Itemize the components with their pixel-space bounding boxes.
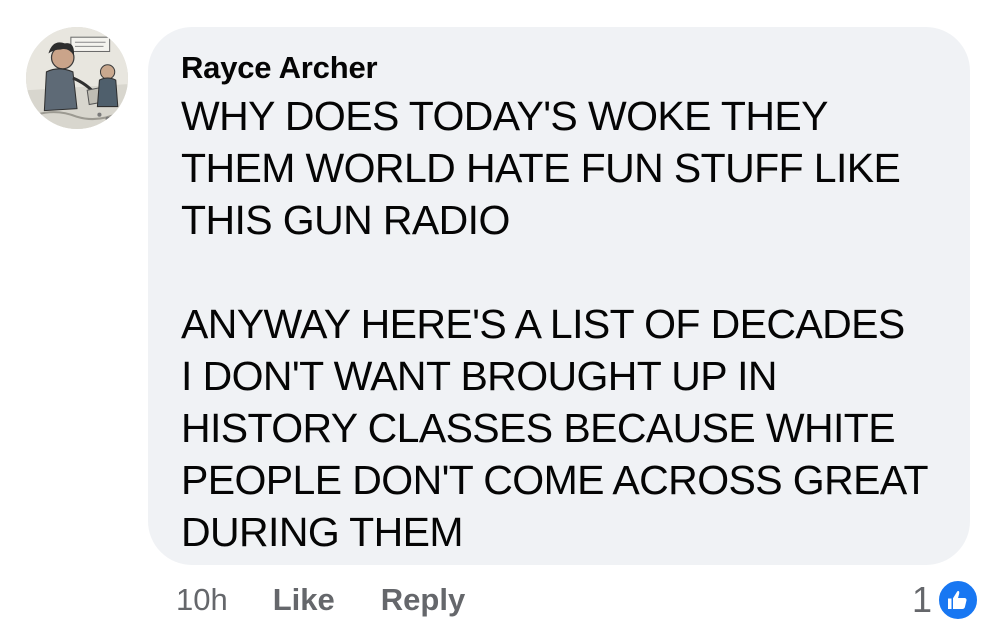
reaction-count: 1: [911, 579, 932, 620]
comment-line: THEM WORLD HATE FUN STUFF LIKE: [181, 145, 901, 191]
reply-button[interactable]: Reply: [381, 582, 465, 618]
comment-line: WHY DOES TODAY'S WOKE THEY: [181, 93, 828, 139]
avatar-image: [26, 27, 128, 129]
paragraph-break: [181, 246, 936, 298]
avatar[interactable]: [26, 27, 128, 129]
comment-bubble: Rayce Archer WHY DOES TODAY'S WOKE THEY …: [148, 27, 970, 565]
comment-timestamp[interactable]: 10h: [176, 582, 228, 618]
comment-line: THIS GUN RADIO: [181, 197, 510, 243]
like-button[interactable]: Like: [273, 582, 335, 618]
comment-text: WHY DOES TODAY'S WOKE THEY THEM WORLD HA…: [181, 90, 936, 558]
comment-actions: 10h Like Reply: [176, 578, 465, 622]
comment-line: ANYWAY HERE'S A LIST OF DECADES: [181, 301, 905, 347]
comment-line: PEOPLE DON'T COME ACROSS GREAT: [181, 457, 929, 503]
comment-author-name[interactable]: Rayce Archer: [181, 49, 936, 87]
comment-line: DURING THEM: [181, 509, 464, 555]
comment-line: I DON'T WANT BROUGHT UP IN: [181, 353, 778, 399]
comment-line: HISTORY CLASSES BECAUSE WHITE: [181, 405, 896, 451]
thumbs-up-icon: [936, 578, 980, 622]
reaction-summary[interactable]: 1: [912, 576, 980, 624]
